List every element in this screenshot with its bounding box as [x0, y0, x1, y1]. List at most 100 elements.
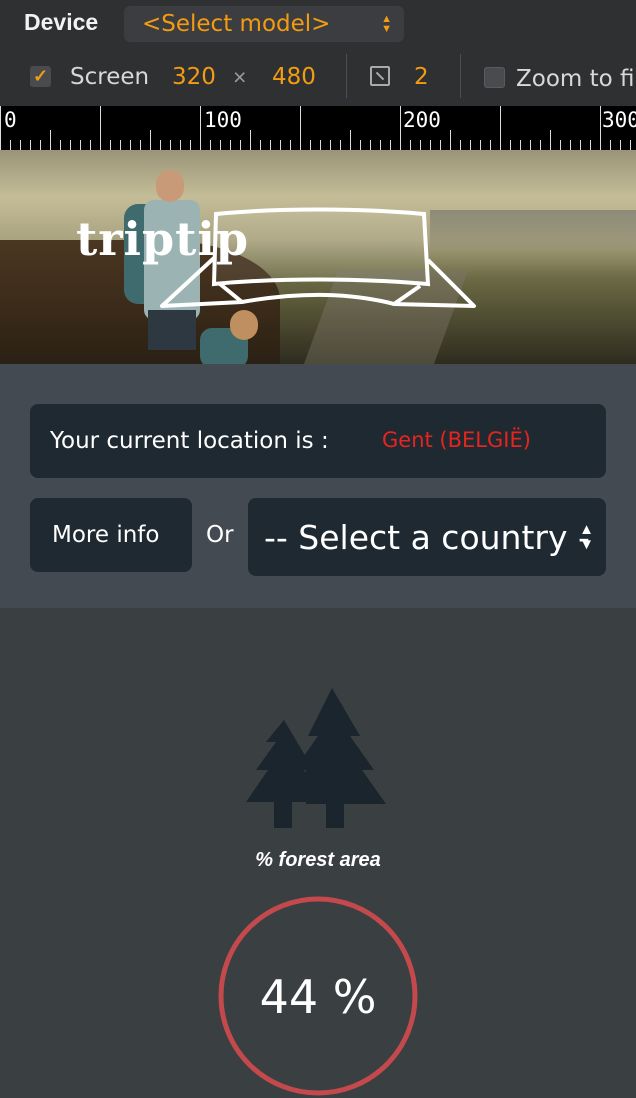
current-location-box: Your current location is : Gent (BELGIË) [30, 404, 606, 478]
device-row: Device <Select model> ▲ ▼ [0, 0, 636, 48]
ruler-tick [270, 140, 271, 150]
ruler-tick [530, 140, 531, 150]
ruler-tick [430, 140, 431, 150]
ruler-tick [20, 140, 21, 150]
ruler-tick [610, 140, 611, 150]
ruler-tick [120, 140, 121, 150]
divider [460, 54, 461, 98]
ruler-tick [110, 140, 111, 150]
ruler-tick [450, 130, 451, 150]
ruler-tick [400, 106, 401, 150]
screen-row: ✓ Screen 320 × 480 2 Zoom to fi [0, 52, 636, 104]
ruler-tick [480, 140, 481, 150]
ruler-tick [320, 140, 321, 150]
more-info-label: More info [52, 522, 160, 548]
ruler-tick [630, 140, 631, 150]
ruler-tick [10, 140, 11, 150]
location-panel: Your current location is : Gent (BELGIË)… [0, 364, 636, 608]
ruler: 0 100 200 300 [0, 106, 636, 150]
ruler-tick [210, 140, 211, 150]
ruler-tick [500, 106, 501, 150]
hero-banner: triptip [0, 150, 636, 364]
ruler-tick [300, 106, 301, 150]
ruler-tick [40, 140, 41, 150]
ruler-tick [80, 140, 81, 150]
country-select-value: -- Select a country - [264, 518, 590, 557]
or-label: Or [206, 522, 234, 548]
ruler-tick [30, 140, 31, 150]
ruler-tick [50, 130, 51, 150]
ruler-tick [540, 140, 541, 150]
zoom-to-fit-checkbox[interactable] [484, 67, 505, 88]
ruler-tick [280, 140, 281, 150]
ruler-tick [620, 140, 621, 150]
checkmark-icon: ✓ [32, 66, 49, 86]
ruler-tick [590, 140, 591, 150]
ruler-tick [150, 130, 151, 150]
ruler-label: 200 [403, 108, 441, 132]
ruler-tick [230, 140, 231, 150]
resize-icon [370, 66, 390, 86]
ruler-tick [420, 140, 421, 150]
select-arrows-icon: ▲ ▼ [579, 521, 594, 553]
ruler-tick [520, 140, 521, 150]
pixel-ratio-input[interactable]: 2 [414, 64, 429, 90]
ruler-tick [190, 140, 191, 150]
ruler-tick [260, 140, 261, 150]
more-info-button[interactable]: More info [30, 498, 192, 572]
ruler-tick [600, 106, 601, 150]
ruler-tick [370, 140, 371, 150]
ruler-tick [350, 130, 351, 150]
ruler-tick [550, 130, 551, 150]
ruler-tick [340, 140, 341, 150]
ruler-tick [490, 140, 491, 150]
ruler-tick [290, 140, 291, 150]
divider [346, 54, 347, 98]
ruler-tick [440, 140, 441, 150]
screen-label: Screen [70, 64, 150, 90]
ruler-tick [580, 140, 581, 150]
device-label: Device [24, 9, 99, 35]
ruler-label: 300 [602, 108, 636, 132]
ruler-tick [90, 140, 91, 150]
forest-stat-section: % forest area 44 % [0, 608, 636, 1098]
ruler-tick [510, 140, 511, 150]
ruler-label: 0 [4, 108, 17, 132]
ruler-tick [240, 140, 241, 150]
ruler-tick [560, 140, 561, 150]
ruler-tick [360, 140, 361, 150]
ruler-tick [160, 140, 161, 150]
ruler-tick [60, 140, 61, 150]
forest-area-label: % forest area [255, 849, 381, 871]
select-arrows-icon: ▲ ▼ [381, 13, 392, 35]
ruler-label: 100 [204, 108, 242, 132]
location-label: Your current location is : [50, 428, 329, 454]
ruler-tick [200, 106, 201, 150]
logo-text: triptip [76, 212, 250, 266]
ruler-tick [140, 140, 141, 150]
model-select[interactable]: <Select model> ▲ ▼ [124, 6, 404, 42]
ruler-tick [330, 140, 331, 150]
device-toolbar: Device <Select model> ▲ ▼ ✓ Screen 320 × … [0, 0, 636, 150]
ruler-tick [460, 140, 461, 150]
ruler-tick [130, 140, 131, 150]
ruler-tick [70, 140, 71, 150]
ruler-tick [250, 130, 251, 150]
ruler-tick [470, 140, 471, 150]
ruler-tick [180, 140, 181, 150]
screen-width-input[interactable]: 320 [172, 64, 216, 90]
ruler-tick [380, 140, 381, 150]
hero-hiker-sitting [200, 310, 270, 364]
ruler-tick [310, 140, 311, 150]
ruler-tick [100, 106, 101, 150]
ruler-tick [0, 106, 1, 150]
ruler-tick [410, 140, 411, 150]
country-select[interactable]: -- Select a country - ▲ ▼ [248, 498, 606, 576]
screen-checkbox[interactable]: ✓ [30, 66, 51, 87]
trees-icon [246, 688, 386, 828]
location-value: Gent (BELGIË) [382, 428, 531, 452]
forest-percentage-value: 44 % [259, 970, 377, 1024]
ruler-tick [390, 140, 391, 150]
screen-height-input[interactable]: 480 [272, 64, 316, 90]
ruler-tick [570, 140, 571, 150]
